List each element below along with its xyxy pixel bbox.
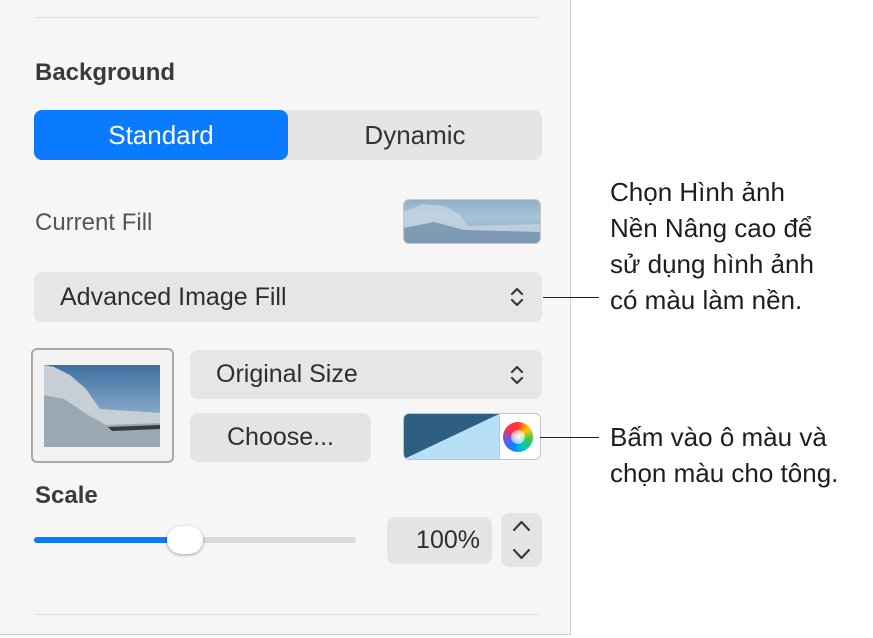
fill-type-popup[interactable]: Advanced Image Fill — [34, 272, 542, 322]
bottom-divider — [34, 614, 540, 615]
scale-label: Scale — [35, 482, 98, 509]
scale-stepper — [501, 513, 542, 567]
color-wheel-icon[interactable] — [503, 422, 533, 452]
increment-button[interactable] — [501, 513, 542, 540]
image-scale-value: Original Size — [216, 360, 358, 388]
scale-slider-knob[interactable] — [167, 526, 204, 554]
current-fill-label: Current Fill — [35, 209, 153, 236]
choose-image-button[interactable]: Choose... — [190, 413, 371, 462]
background-section-title: Background — [35, 59, 176, 86]
up-down-chevron-icon — [510, 365, 524, 385]
current-fill-preview[interactable] — [403, 199, 541, 244]
callout-line: có màu làm nền. — [610, 285, 803, 315]
top-divider — [34, 17, 540, 18]
image-scale-popup[interactable]: Original Size — [190, 350, 542, 399]
color-well-callout: Bấm vào ô màu và chọn màu cho tông. — [610, 419, 838, 491]
fill-type-callout: Chọn Hình ảnh Nền Nâng cao để sử dụng hì… — [610, 174, 814, 318]
color-callout-leader-line — [540, 437, 599, 438]
callout-line: Bấm vào ô màu và — [610, 422, 827, 452]
up-down-chevron-icon — [510, 287, 524, 307]
dynamic-segment[interactable]: Dynamic — [288, 110, 542, 160]
fill-callout-leader-line — [543, 297, 599, 298]
image-well[interactable] — [31, 348, 174, 463]
callout-line: sử dụng hình ảnh — [610, 249, 814, 279]
color-well-divider — [499, 414, 500, 459]
chevron-down-icon — [512, 548, 531, 560]
decrement-button[interactable] — [501, 540, 542, 567]
scale-slider-fill — [34, 537, 186, 543]
callout-line: chọn màu cho tông. — [610, 458, 839, 488]
scale-percent-field[interactable]: 100% — [387, 517, 492, 564]
callout-line: Nền Nâng cao để — [610, 213, 813, 243]
current-fill-thumbnail-image — [404, 204, 540, 243]
standard-segment[interactable]: Standard — [34, 110, 288, 160]
tint-color-swatch — [404, 414, 499, 459]
fill-type-value: Advanced Image Fill — [60, 283, 287, 311]
background-type-segmented-control: Standard Dynamic — [34, 110, 542, 160]
callout-line: Chọn Hình ảnh — [610, 177, 785, 207]
chevron-up-icon — [512, 520, 531, 532]
background-image-thumbnail — [44, 365, 160, 447]
